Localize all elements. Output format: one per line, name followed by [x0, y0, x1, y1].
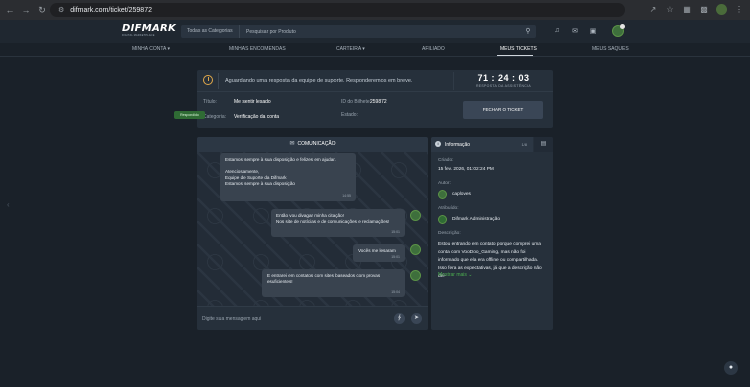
- created-label: Criado:: [438, 158, 454, 163]
- assigned-value: Difmark Administração: [452, 217, 500, 222]
- category-label: Categoria:: [203, 114, 227, 120]
- title-value: Me sentir lesado: [234, 99, 271, 105]
- message-time: 15:01: [391, 255, 400, 259]
- category-value: Verificação da conta: [234, 114, 280, 120]
- chevron-left-icon[interactable]: ‹: [7, 200, 10, 209]
- message-time: 14:55: [342, 194, 351, 198]
- author-avatar: [438, 190, 447, 199]
- menu-icon[interactable]: ⋮: [734, 5, 744, 14]
- ticket-id-value: 259872: [370, 99, 387, 105]
- chat-messages[interactable]: Estamos sempre à sua disposição e felize…: [197, 152, 428, 306]
- message-bubble: E entrarei em contatos com sites baseado…: [262, 269, 405, 297]
- tab-label: Informação: [445, 142, 471, 148]
- document-icon[interactable]: ▤: [534, 137, 553, 152]
- message-time: 15:04: [391, 290, 400, 294]
- response-timer: 71 : 24 : 03 RESPOSTA DA ASSISTÊNCIA: [453, 72, 553, 90]
- message-bubble: Vocês me lesaram 15:01: [353, 244, 405, 262]
- chat-panel: ✉ COMUNICAÇÃO Estamos sempre à sua dispos…: [197, 137, 428, 330]
- site-info-icon[interactable]: ⚙: [58, 6, 64, 14]
- category-select[interactable]: Todas as Categorias: [181, 25, 240, 38]
- logo[interactable]: DIFMARK DIGITAL MARKETPLACE: [122, 23, 177, 40]
- reload-icon[interactable]: ↻: [36, 4, 48, 16]
- nav-my-orders[interactable]: MINHAS ENCOMENDAS: [229, 46, 286, 52]
- nav-label: CARTEIRA: [336, 46, 361, 52]
- attach-icon[interactable]: ∲: [394, 313, 405, 324]
- nav-my-tickets[interactable]: MEUS TICKETS: [500, 46, 537, 52]
- active-tab-indicator: [497, 55, 533, 56]
- timer-value: 71 : 24 : 03: [477, 73, 530, 83]
- chat-icon: ✉: [289, 141, 295, 147]
- avatar: [410, 244, 421, 255]
- send-icon[interactable]: ➤: [411, 313, 422, 324]
- tab-information[interactable]: i Informação 1/8: [431, 137, 533, 152]
- account-nav: MINHA CONTA ▾ MINHAS ENCOMENDAS CARTEIRA…: [0, 43, 750, 57]
- nav-my-withdrawals[interactable]: MEUS SAQUES: [592, 46, 629, 52]
- nav-affiliate[interactable]: AFILIADO: [422, 46, 445, 52]
- puzzle-icon[interactable]: ▩: [699, 5, 709, 14]
- assigned-label: Atribuído:: [438, 206, 459, 211]
- profile-icon[interactable]: [716, 4, 727, 15]
- gift-icon[interactable]: ✉: [571, 27, 579, 35]
- title-label: Título:: [203, 99, 217, 105]
- status-badge: Respondido: [174, 111, 205, 119]
- message-line: esuficientes!: [267, 279, 293, 284]
- close-ticket-button[interactable]: FECHAR O TICKET: [463, 101, 543, 119]
- author-label: Autor:: [438, 181, 451, 186]
- created-value: 15 fev. 2026, 01:02:24 PM: [438, 167, 494, 172]
- user-avatar[interactable]: [612, 24, 625, 37]
- message-input[interactable]: [202, 312, 382, 326]
- timer-label: RESPOSTA DA ASSISTÊNCIA: [475, 84, 532, 88]
- support-chat-icon[interactable]: ●: [724, 361, 738, 375]
- message-composer: ∲ ➤: [197, 306, 428, 330]
- status-message: Aguardando uma resposta da equipe de sup…: [225, 78, 413, 84]
- chat-header: ✉ COMUNICAÇÃO: [197, 137, 428, 152]
- show-more-link[interactable]: Mostrar mais ⌄: [438, 272, 473, 278]
- bookmark-icon[interactable]: ☆: [665, 5, 675, 14]
- state-label: Estado:: [341, 112, 358, 118]
- message-time: 15:01: [391, 230, 400, 234]
- message-line: Estamos sempre à sua disposição: [225, 181, 295, 186]
- nav-wallet[interactable]: CARTEIRA ▾: [336, 46, 365, 52]
- clock-icon: [203, 75, 213, 85]
- description-label: Descrição:: [438, 231, 461, 236]
- browser-toolbar: ← → ↻ ⚙ difmark.com/ticket/259872 ↗ ☆ ▦ …: [0, 0, 750, 20]
- message-line: Nos site de notícias e de comunicações e…: [276, 219, 390, 224]
- notification-badge: [620, 24, 625, 29]
- status-bar: Aguardando uma resposta da equipe de sup…: [197, 70, 553, 92]
- show-more-label: Mostrar mais: [438, 272, 467, 278]
- message-bubble: Então vou divagar minha citação! Nos sit…: [271, 209, 405, 237]
- extensions-icon[interactable]: ▦: [682, 5, 692, 14]
- info-icon: i: [435, 141, 441, 147]
- search-bar: Todas as Categorias ⚲: [181, 25, 536, 38]
- message-line: Estamos sempre à sua disposição e felize…: [225, 157, 336, 162]
- address-bar[interactable]: ⚙ difmark.com/ticket/259872: [50, 3, 625, 17]
- share-icon[interactable]: ↗: [648, 5, 658, 14]
- nav-my-account[interactable]: MINHA CONTA ▾: [132, 46, 170, 52]
- ticket-id-label: ID do Bilhete:: [341, 99, 372, 105]
- wallet-icon[interactable]: ▣: [589, 27, 597, 35]
- author-value[interactable]: caploves: [452, 192, 471, 197]
- logo-text: DIFMARK: [122, 23, 177, 34]
- avatar: [410, 270, 421, 281]
- divider: [218, 73, 219, 89]
- chat-title: COMUNICAÇÃO: [297, 141, 336, 147]
- site-header: DIFMARK DIGITAL MARKETPLACE Todas as Cat…: [0, 20, 750, 43]
- avatar: [410, 210, 421, 221]
- nav-label: MINHA CONTA: [132, 46, 167, 52]
- logo-subtitle: DIGITAL MARKETPLACE: [122, 34, 155, 37]
- tab-page-count: 1/8: [521, 142, 527, 147]
- forward-icon[interactable]: →: [20, 4, 32, 16]
- search-input[interactable]: [240, 25, 520, 38]
- search-icon[interactable]: ⚲: [520, 25, 536, 38]
- bell-icon[interactable]: ♫: [553, 27, 561, 35]
- back-icon[interactable]: ←: [4, 4, 16, 16]
- difmark-logo-icon: [438, 215, 447, 224]
- url-text: difmark.com/ticket/259872: [70, 6, 152, 14]
- message-bubble: Estamos sempre à sua disposição e felize…: [220, 153, 356, 201]
